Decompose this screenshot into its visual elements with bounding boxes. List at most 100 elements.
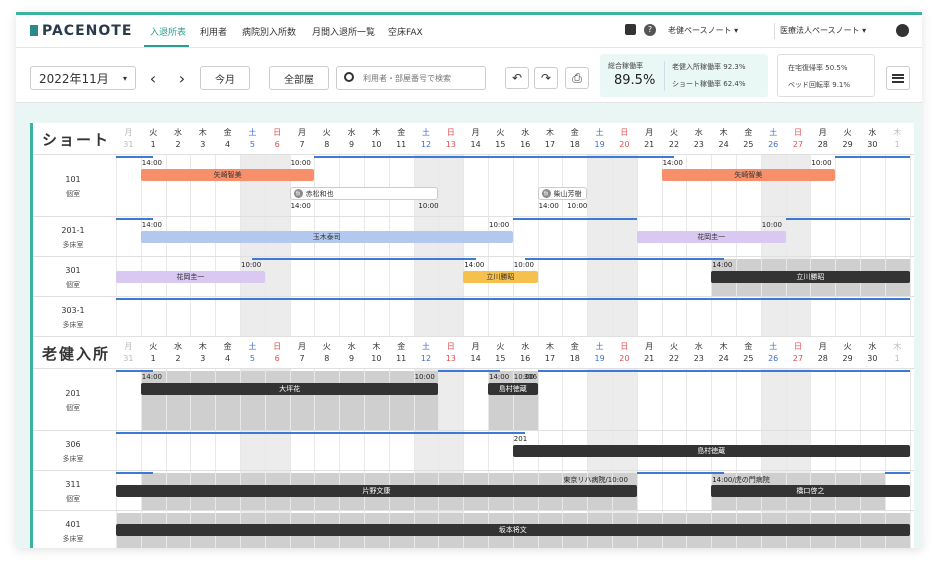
day-header: 土 12: [414, 341, 439, 365]
undo-button[interactable]: ↶: [505, 67, 529, 89]
print-button[interactable]: ⎙: [565, 67, 589, 89]
stats-divider: [664, 61, 665, 91]
total-occupancy-value: 89.5%: [614, 73, 656, 88]
section-accent-bar: [30, 155, 33, 217]
user-account-icon[interactable]: [896, 24, 909, 37]
stay-bar[interactable]: 島村徳蔵: [488, 383, 538, 395]
date-label: 3: [200, 354, 206, 363]
day-header: 木 17: [538, 127, 563, 151]
day-header: 木3: [190, 341, 215, 365]
date-label: 2: [175, 354, 181, 363]
day-header: 日6: [265, 341, 290, 365]
time-label: 10:00: [513, 261, 534, 269]
stay-bar[interactable]: 大坪花: [140, 383, 439, 395]
toolbar: 2022年11月 ▾ ‹ › 今月 全部屋 ↶ ↷ ⎙ 総合稼働率 89.5% 老…: [16, 48, 922, 103]
stay-bar[interactable]: 島村徳蔵: [512, 445, 910, 457]
vacancy-line: [884, 472, 910, 474]
stay-bar[interactable]: 矢崎智美: [661, 169, 836, 181]
search-input[interactable]: [363, 70, 481, 86]
stay-bar[interactable]: 立川勝昭: [463, 271, 538, 283]
date-label: 23: [693, 140, 704, 149]
date-label: 1: [150, 354, 156, 363]
day-header: 火 15: [488, 127, 513, 151]
resident-name: 柴山芳樹: [553, 189, 582, 198]
weekday-label: 水: [173, 342, 182, 351]
month-select[interactable]: 2022年11月 ▾: [30, 66, 136, 90]
time-label: 10:00: [811, 159, 832, 167]
time-label: 14:00: [141, 221, 162, 229]
section-accent-bar: [30, 471, 33, 511]
stay-bar[interactable]: 花岡圭一: [116, 271, 265, 283]
short-occupancy-label: ショート稼働率: [672, 80, 721, 88]
weekday-label: 月: [645, 128, 654, 137]
total-occupancy-label: 総合稼働率: [608, 62, 643, 70]
vacancy-line: [116, 218, 154, 220]
day-header: 月7: [290, 127, 315, 151]
weekday-label: 木: [198, 342, 207, 351]
time-label: 10:00: [489, 221, 510, 229]
stay-bar[interactable]: 坂本将文: [116, 524, 910, 536]
date-label: 19: [594, 354, 605, 363]
list-view-button[interactable]: [886, 66, 910, 90]
tab-schedule[interactable]: 入退所表: [150, 25, 186, 38]
stay-bar[interactable]: 花岡圭一: [636, 231, 786, 243]
current-month-button[interactable]: 今月: [200, 66, 250, 90]
weekday-label: 日: [793, 128, 802, 137]
stay-bar[interactable]: 玉木泰司: [140, 231, 513, 243]
tentative-reservation-card[interactable]: 仮柴山芳樹: [537, 187, 588, 200]
weekday-label: 水: [521, 128, 530, 137]
org-select[interactable]: 医療法人ペースノート ▾: [780, 25, 866, 36]
date-label: 22: [668, 354, 680, 363]
stay-bar[interactable]: 片野文康: [116, 485, 637, 497]
weekday-label: 金: [570, 128, 579, 137]
date-label: 30: [867, 354, 878, 363]
weekday-label: 土: [595, 128, 604, 137]
weekday-label: 水: [694, 342, 703, 351]
section-accent-bar: [30, 337, 33, 369]
help-icon[interactable]: ?: [644, 24, 656, 36]
section-accent-bar: [30, 431, 33, 471]
day-header: 木 24: [711, 127, 736, 151]
weekday-label: 木: [198, 128, 207, 137]
tab-monthly-list[interactable]: 月間入退所一覧: [312, 25, 375, 38]
day-header: 日 20: [612, 341, 637, 365]
date-label: 21: [644, 354, 655, 363]
day-header: 木 17: [538, 341, 563, 365]
resident-name: 花岡圭一: [176, 273, 205, 281]
next-month-button[interactable]: ›: [173, 66, 191, 90]
chart-icon[interactable]: [625, 24, 636, 35]
stay-bar[interactable]: 橋口啓之: [711, 485, 910, 497]
room-type: 個室: [66, 404, 80, 412]
day-header: 金4: [215, 127, 240, 151]
logo[interactable]: PACENOTE: [30, 23, 132, 39]
all-rooms-button[interactable]: 全部屋: [269, 66, 329, 90]
tab-vacancy-fax[interactable]: 空床FAX: [388, 25, 423, 38]
weekday-label: 土: [595, 342, 604, 351]
vacancy-line: [835, 156, 910, 158]
weekday-label: 木: [893, 342, 902, 351]
day-header: 土5: [240, 127, 265, 151]
day-header: 木1: [885, 341, 910, 365]
redo-button[interactable]: ↷: [534, 67, 558, 89]
date-label: 12: [420, 354, 432, 363]
resident-name: 赤松和也: [305, 189, 334, 198]
day-header: 木3: [190, 127, 215, 151]
tab-residents[interactable]: 利用者: [200, 25, 227, 38]
resident-name: 花岡圭一: [697, 233, 726, 241]
facility-select[interactable]: 老健ペースノート ▾: [668, 25, 738, 36]
occupancy-stats-panel: 総合稼働率 89.5% 老健入所稼働率 92.3% ショート稼働率 62.4%: [600, 54, 768, 97]
tab-hospital-admissions[interactable]: 病院別入所数: [242, 25, 296, 38]
logo-text: PACENOTE: [42, 23, 133, 39]
section-header: ショート月 31 火 1 水 2 木 3 金 4 土 5 日 6 月 7 火 8 水 9 木 10 金 11 土 12 日 13 月 14…: [30, 123, 914, 155]
weekday-label: 水: [868, 342, 877, 351]
date-label: 1: [894, 140, 900, 149]
stay-bar[interactable]: 矢崎智美: [140, 169, 315, 181]
prev-month-button[interactable]: ‹: [144, 66, 162, 90]
tentative-reservation-card[interactable]: 仮赤松和也: [289, 187, 439, 200]
day-header: 月 21: [637, 341, 662, 365]
stay-bar[interactable]: 立川勝昭: [711, 271, 910, 283]
date-label: 29: [842, 140, 853, 149]
weekday-label: 日: [273, 342, 282, 351]
weekday-label: 月: [124, 128, 133, 137]
room-type: 多床室: [62, 455, 84, 463]
